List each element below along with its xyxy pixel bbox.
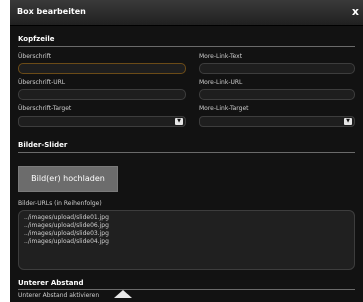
headline-target-label: Überschrift-Target	[18, 105, 72, 112]
edit-box-dialog: Box bearbeiten x Kopfzeile Überschrift Ü…	[10, 0, 363, 302]
section-title-kopfzeile: Kopfzeile	[18, 35, 55, 43]
dialog-title: Box bearbeiten	[17, 7, 86, 16]
headline-url-label: Überschrift-URL	[18, 79, 66, 86]
image-url-line: ../images/upload/slide01.jpg	[24, 214, 109, 221]
headline-label: Überschrift	[18, 53, 52, 60]
section-divider	[18, 46, 355, 47]
image-url-line: ../images/upload/slide03.jpg	[24, 230, 109, 237]
image-urls-textarea[interactable]: ../images/upload/slide01.jpg ../images/u…	[18, 210, 355, 270]
section-divider	[18, 152, 355, 153]
upload-images-button[interactable]: Bild(er) hochladen	[18, 166, 118, 192]
dialog-titlebar[interactable]: Box bearbeiten x	[10, 0, 363, 26]
more-link-target-select[interactable]: ▼	[199, 116, 355, 127]
image-url-line: ../images/upload/slide06.jpg	[24, 222, 109, 229]
section-title-slider: Bilder-Slider	[18, 141, 68, 149]
image-urls-label: Bilder-URLs (in Reihenfolge)	[18, 200, 102, 207]
headline-target-select[interactable]: ▼	[18, 116, 186, 127]
more-link-text-input[interactable]	[199, 63, 355, 74]
chevron-down-icon: ▼	[344, 118, 352, 125]
more-link-url-label: More-Link-URL	[199, 79, 243, 86]
chevron-down-icon: ▼	[175, 118, 183, 125]
section-divider	[18, 289, 355, 290]
close-icon[interactable]: x	[352, 5, 359, 18]
mouse-cursor-icon	[114, 290, 132, 298]
image-url-line: ../images/upload/slide04.jpg	[24, 238, 109, 245]
more-link-text-label: More-Link-Text	[199, 53, 243, 60]
headline-url-input[interactable]	[18, 89, 186, 100]
bottom-spacing-label: Unterer Abstand aktivieren	[18, 292, 100, 299]
more-link-url-input[interactable]	[199, 89, 355, 100]
more-link-target-label: More-Link-Target	[199, 105, 249, 112]
headline-input[interactable]	[18, 63, 186, 74]
section-title-bottom-spacing: Unterer Abstand	[18, 279, 84, 287]
